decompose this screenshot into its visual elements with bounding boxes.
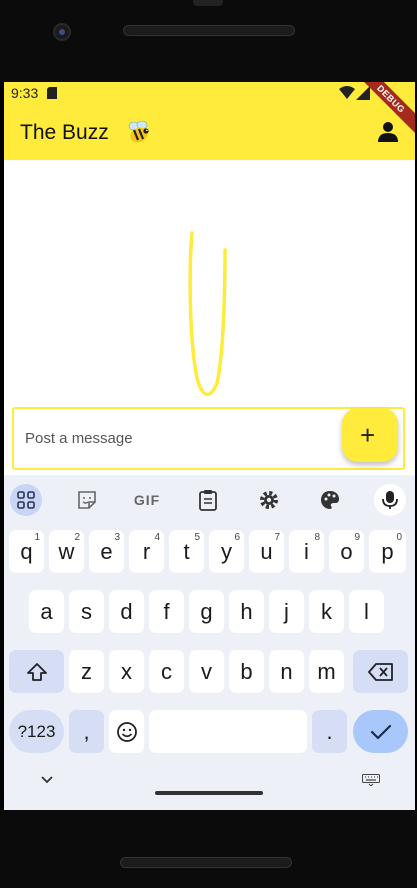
key-o[interactable]: o9	[329, 530, 364, 573]
wifi-icon	[339, 86, 355, 99]
keyboard-settings-button[interactable]	[253, 484, 285, 516]
gesture-nav-handle[interactable]	[155, 791, 263, 795]
message-list	[4, 160, 415, 406]
key-s[interactable]: s	[69, 590, 104, 633]
key-b[interactable]: b	[229, 650, 264, 693]
soft-keyboard: GIF q 1 w 2 e 3 r 4 t 5 y 6 u 7 i 8 o 9 …	[4, 475, 415, 810]
key-x[interactable]: x	[109, 650, 144, 693]
shift-icon	[26, 662, 47, 681]
add-post-button[interactable]: +	[342, 408, 398, 462]
key-r[interactable]: r4	[129, 530, 164, 573]
signal-icon	[356, 86, 370, 100]
symbols-key[interactable]: ?123	[9, 710, 64, 753]
scribble-drawing	[188, 231, 227, 397]
key-z[interactable]: z	[69, 650, 104, 693]
app-bar: The Buzz	[4, 104, 415, 160]
chevron-down-icon[interactable]	[40, 775, 54, 785]
keyboard-apps-button[interactable]	[10, 484, 42, 516]
clipboard-icon	[199, 490, 217, 511]
front-camera	[53, 23, 71, 41]
backspace-key[interactable]	[353, 650, 408, 693]
key-f[interactable]: f	[149, 590, 184, 633]
sd-card-icon	[47, 87, 57, 99]
palette-icon	[321, 491, 339, 509]
device-notch	[193, 0, 223, 6]
period-key[interactable]: .	[312, 710, 347, 753]
earpiece-speaker	[123, 25, 295, 36]
checkmark-icon	[370, 724, 391, 739]
key-u[interactable]: u7	[249, 530, 284, 573]
status-bar: 9:33	[4, 82, 415, 104]
device-bezel-bottom	[0, 810, 417, 888]
keyboard-switch-icon[interactable]	[362, 774, 380, 786]
status-time: 9:33	[11, 85, 39, 101]
emoji-icon	[116, 721, 137, 742]
screen: 9:33 The Buzz DEBUG Post a message + GIF…	[4, 82, 415, 810]
gif-button[interactable]: GIF	[130, 484, 164, 516]
enter-key[interactable]	[353, 710, 408, 753]
clipboard-button[interactable]	[192, 484, 224, 516]
account-icon[interactable]	[377, 121, 399, 143]
app-title: The Buzz	[20, 121, 109, 144]
key-v[interactable]: v	[189, 650, 224, 693]
key-l[interactable]: l	[349, 590, 384, 633]
key-h[interactable]: h	[229, 590, 264, 633]
emoji-key[interactable]	[109, 710, 144, 753]
comma-key[interactable]: ,	[69, 710, 104, 753]
key-q[interactable]: q1	[9, 530, 44, 573]
voice-input-button[interactable]	[374, 484, 406, 516]
key-t[interactable]: t5	[169, 530, 204, 573]
key-c[interactable]: c	[149, 650, 184, 693]
shift-key[interactable]	[9, 650, 64, 693]
space-key[interactable]	[149, 710, 307, 753]
mic-icon	[382, 491, 398, 509]
grid-icon	[17, 491, 35, 509]
gif-label: GIF	[133, 492, 161, 508]
key-w[interactable]: w2	[49, 530, 84, 573]
key-i[interactable]: i8	[289, 530, 324, 573]
key-n[interactable]: n	[269, 650, 304, 693]
bee-icon	[128, 120, 149, 143]
message-input-placeholder: Post a message	[25, 430, 133, 447]
backspace-icon	[367, 662, 393, 681]
key-y[interactable]: y6	[209, 530, 244, 573]
device-bezel-top	[0, 0, 417, 82]
key-m[interactable]: m	[309, 650, 344, 693]
bottom-speaker	[120, 857, 292, 868]
plus-icon: +	[360, 420, 376, 450]
theme-button[interactable]	[314, 484, 346, 516]
gear-icon	[260, 491, 278, 509]
key-a[interactable]: a	[29, 590, 64, 633]
key-k[interactable]: k	[309, 590, 344, 633]
key-g[interactable]: g	[189, 590, 224, 633]
sticker-icon	[78, 491, 96, 509]
sticker-button[interactable]	[71, 484, 103, 516]
key-p[interactable]: p0	[369, 530, 406, 573]
key-e[interactable]: e3	[89, 530, 124, 573]
key-d[interactable]: d	[109, 590, 144, 633]
key-j[interactable]: j	[269, 590, 304, 633]
